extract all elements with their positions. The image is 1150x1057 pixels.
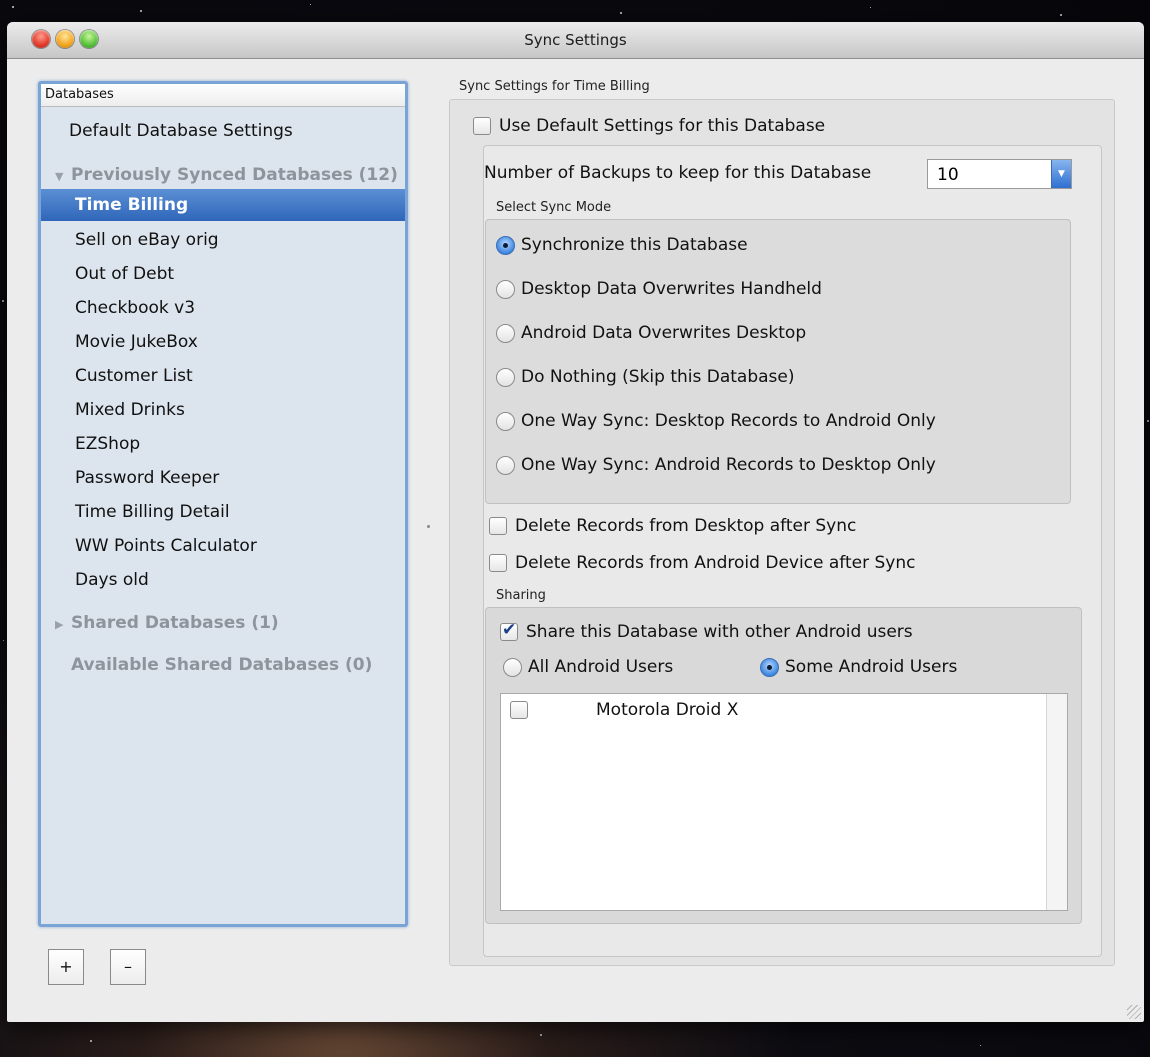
radio-icon[interactable]: [496, 279, 515, 299]
sidebar-item-days-old[interactable]: Days old: [41, 565, 405, 595]
sidebar-item-movie-jukebox[interactable]: Movie JukeBox: [41, 327, 405, 357]
device-row[interactable]: Motorola Droid X: [510, 700, 738, 720]
delete-android-records-checkbox[interactable]: Delete Records from Android Device after…: [489, 553, 916, 573]
sidebar-item-default-settings[interactable]: Default Database Settings: [41, 116, 405, 146]
sidebar-item-label: Customer List: [75, 366, 193, 386]
sync-mode-option-do-nothing[interactable]: Do Nothing (Skip this Database): [496, 367, 795, 387]
sidebar-item-label: Sell on eBay orig: [75, 230, 219, 250]
sharing-label: Sharing: [496, 588, 546, 603]
window-title: Sync Settings: [524, 31, 627, 49]
checkbox-icon[interactable]: [489, 554, 507, 572]
sidebar-item-label: EZShop: [75, 434, 141, 454]
sidebar-item-label: Default Database Settings: [69, 121, 293, 141]
group-previously-synced[interactable]: ▼ Previously Synced Databases (12): [41, 160, 405, 190]
sync-mode-option-desktop-overwrites[interactable]: Desktop Data Overwrites Handheld: [496, 279, 822, 299]
sidebar-item-ezshop[interactable]: EZShop: [41, 429, 405, 459]
settings-group-label: Sync Settings for Time Billing: [459, 79, 650, 94]
delete-desktop-records-checkbox[interactable]: Delete Records from Desktop after Sync: [489, 516, 856, 536]
sync-settings-window: Sync Settings Databases Default Database…: [7, 22, 1144, 1022]
sidebar-item-customer-list[interactable]: Customer List: [41, 361, 405, 391]
group-available-shared-databases[interactable]: Available Shared Databases (0): [41, 650, 405, 680]
disclosure-triangle-right-icon[interactable]: ▶: [55, 610, 71, 640]
databases-list-header: Databases: [41, 84, 405, 107]
sidebar-item-ww-points-calculator[interactable]: WW Points Calculator: [41, 531, 405, 561]
sidebar-item-label: Movie JukeBox: [75, 332, 198, 352]
sync-mode-option-android-overwrites[interactable]: Android Data Overwrites Desktop: [496, 323, 806, 343]
radio-label: Do Nothing (Skip this Database): [521, 367, 795, 387]
radio-selected-icon[interactable]: [760, 657, 779, 677]
sync-mode-option-synchronize[interactable]: Synchronize this Database: [496, 235, 748, 255]
backups-count-value: 10: [937, 165, 959, 185]
checkbox-label: Share this Database with other Android u…: [526, 622, 913, 642]
sidebar-item-label: Checkbook v3: [75, 298, 196, 318]
backups-count-select[interactable]: 10 ▼: [927, 159, 1072, 189]
device-name: Motorola Droid X: [596, 700, 739, 720]
radio-label: One Way Sync: Desktop Records to Android…: [521, 411, 936, 431]
checkbox-label: Use Default Settings for this Database: [499, 116, 826, 136]
sidebar-item-label: WW Points Calculator: [75, 536, 257, 556]
resize-grip-icon[interactable]: [1127, 1005, 1141, 1019]
sidebar-item-label: Mixed Drinks: [75, 400, 185, 420]
radio-label: Android Data Overwrites Desktop: [521, 323, 807, 343]
sidebar-item-sell-on-ebay-orig[interactable]: Sell on eBay orig: [41, 225, 405, 255]
checkbox-icon[interactable]: [510, 701, 528, 719]
radio-label: One Way Sync: Android Records to Desktop…: [521, 455, 936, 475]
backups-label: Number of Backups to keep for this Datab…: [484, 163, 872, 183]
radio-label: Some Android Users: [785, 657, 958, 677]
dropdown-arrow-icon[interactable]: ▼: [1051, 160, 1071, 188]
sidebar-item-label: Password Keeper: [75, 468, 220, 488]
sidebar-item-label: Time Billing: [75, 195, 189, 215]
radio-icon[interactable]: [503, 657, 522, 677]
radio-icon[interactable]: [496, 411, 515, 431]
radio-selected-icon[interactable]: [496, 235, 515, 255]
title-bar: Sync Settings: [7, 22, 1144, 59]
sync-mode-option-one-way-desktop[interactable]: One Way Sync: Desktop Records to Android…: [496, 411, 936, 431]
sidebar-item-label: Days old: [75, 570, 149, 590]
all-android-users-radio[interactable]: All Android Users: [503, 657, 673, 677]
databases-list[interactable]: Databases Default Database Settings ▼ Pre…: [38, 81, 408, 927]
checkbox-label: Delete Records from Desktop after Sync: [515, 516, 857, 536]
sidebar-item-out-of-debt[interactable]: Out of Debt: [41, 259, 405, 289]
checkbox-icon[interactable]: [489, 517, 507, 535]
disclosure-triangle-down-icon[interactable]: ▼: [55, 162, 71, 192]
group-shared-databases[interactable]: ▶ Shared Databases (1): [41, 608, 405, 638]
radio-icon[interactable]: [496, 323, 515, 343]
sync-mode-label: Select Sync Mode: [496, 200, 612, 215]
split-pane-divider[interactable]: [427, 525, 430, 528]
radio-label: All Android Users: [528, 657, 674, 677]
add-database-button[interactable]: +: [48, 949, 84, 985]
sidebar-item-label: Time Billing Detail: [75, 502, 230, 522]
radio-icon[interactable]: [496, 455, 515, 475]
sidebar-item-label: Out of Debt: [75, 264, 175, 284]
sync-mode-option-one-way-android[interactable]: One Way Sync: Android Records to Desktop…: [496, 455, 936, 475]
sidebar-item-password-keeper[interactable]: Password Keeper: [41, 463, 405, 493]
android-devices-list[interactable]: Motorola Droid X: [500, 693, 1068, 911]
sidebar-item-time-billing-detail[interactable]: Time Billing Detail: [41, 497, 405, 527]
sidebar-item-time-billing[interactable]: Time Billing: [41, 189, 405, 221]
sidebar-item-mixed-drinks[interactable]: Mixed Drinks: [41, 395, 405, 425]
share-database-checkbox[interactable]: Share this Database with other Android u…: [500, 620, 913, 642]
device-list-scrollbar[interactable]: [1046, 694, 1067, 910]
group-label: Available Shared Databases (0): [71, 655, 373, 675]
use-default-settings-checkbox[interactable]: Use Default Settings for this Database: [473, 116, 825, 136]
checkbox-checked-icon[interactable]: [500, 620, 518, 641]
radio-label: Synchronize this Database: [521, 235, 748, 255]
some-android-users-radio[interactable]: Some Android Users: [760, 657, 957, 677]
radio-label: Desktop Data Overwrites Handheld: [521, 279, 822, 299]
checkbox-icon[interactable]: [473, 117, 491, 135]
remove-database-button[interactable]: –: [110, 949, 146, 985]
group-label: Shared Databases (1): [71, 613, 279, 633]
checkbox-label: Delete Records from Android Device after…: [515, 553, 916, 573]
sidebar-item-checkbook-v3[interactable]: Checkbook v3: [41, 293, 405, 323]
radio-icon[interactable]: [496, 367, 515, 387]
group-label: Previously Synced Databases (12): [71, 165, 398, 185]
